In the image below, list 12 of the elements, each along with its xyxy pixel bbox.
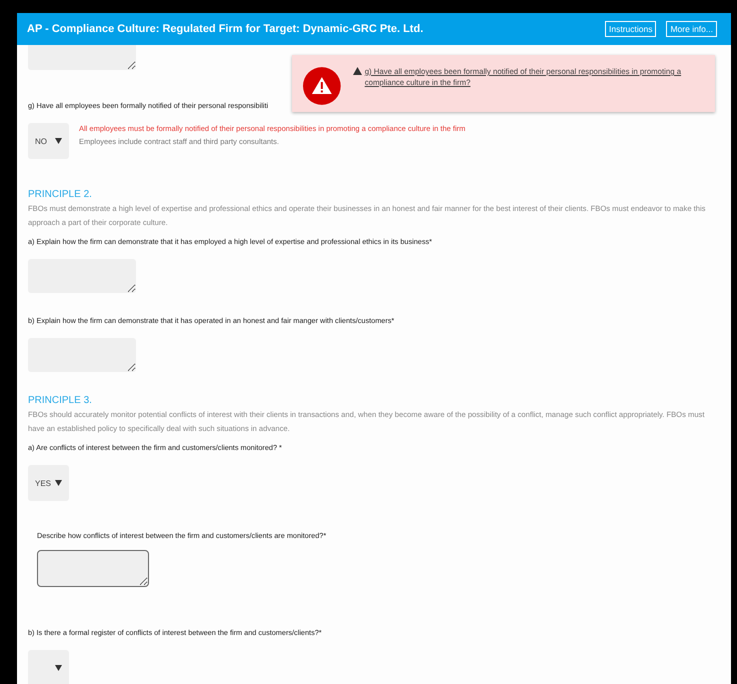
section-heading: PRINCIPLE 2.	[28, 189, 92, 200]
dropdown[interactable]: YES	[28, 465, 69, 501]
warning-icon	[352, 67, 362, 75]
warning-icon	[303, 67, 341, 105]
dropdown[interactable]: NO	[28, 123, 69, 159]
answer-box[interactable]	[37, 550, 149, 587]
caret-icon	[55, 480, 62, 486]
caret-icon	[55, 138, 62, 144]
window-title: AP - Compliance Culture: Regulated Firm for Target: Dynamic-GRC Pte. Ltd.	[27, 23, 424, 35]
caret-icon	[55, 665, 62, 671]
dropdown[interactable]	[28, 650, 69, 684]
section-heading: PRINCIPLE 3.	[28, 395, 92, 406]
